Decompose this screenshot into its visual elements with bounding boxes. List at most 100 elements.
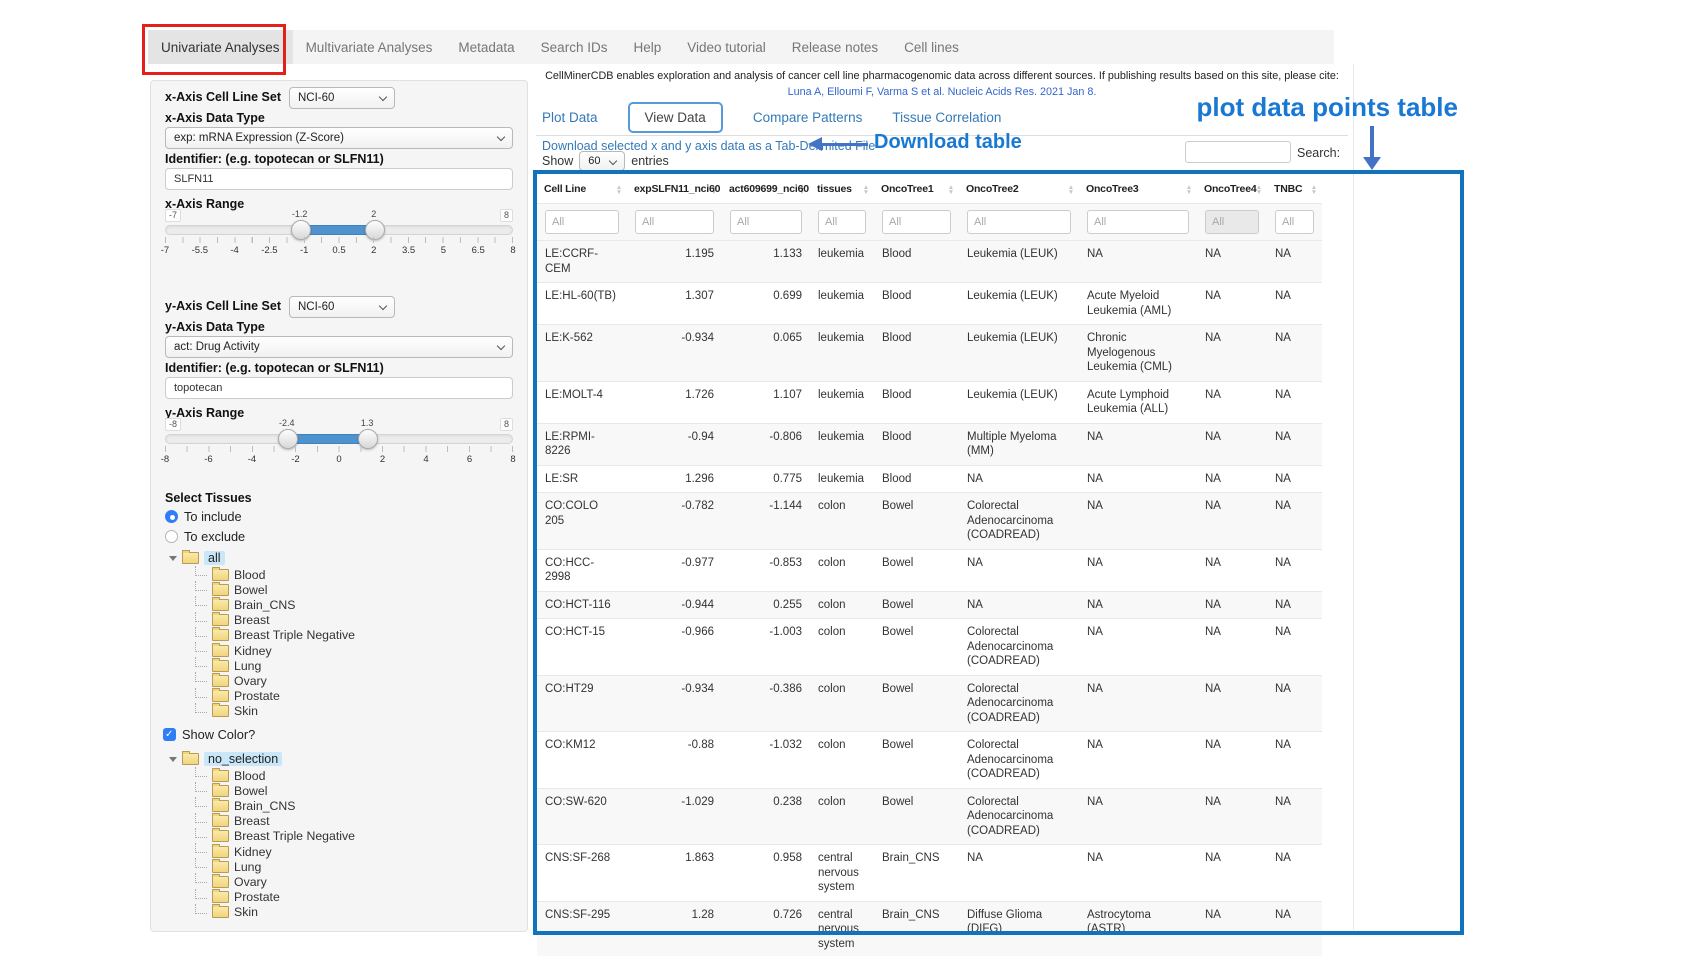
table-cell: NA bbox=[1267, 788, 1322, 845]
filter-input-act609699_nci60[interactable] bbox=[730, 210, 802, 234]
table-row-le-k-562[interactable]: LE:K-562-0.9340.065leukemiaBloodLeukemia… bbox=[537, 325, 1322, 382]
entries-select[interactable]: 60 bbox=[579, 151, 625, 171]
y-cell-line-set-select[interactable]: NCI-60 bbox=[289, 296, 395, 318]
search-input[interactable] bbox=[1185, 141, 1291, 163]
table-row-co-ht29[interactable]: CO:HT29-0.934-0.386colonBowelColorectal … bbox=[537, 675, 1322, 732]
nav-item-search-ids[interactable]: Search IDs bbox=[528, 30, 621, 64]
table-cell: 0.726 bbox=[722, 901, 810, 956]
filter-input-tnbc[interactable] bbox=[1275, 210, 1314, 234]
table-cell: NA bbox=[1197, 465, 1267, 493]
table-row-co-hct-116[interactable]: CO:HCT-116-0.9440.255colonBowelNANANANA bbox=[537, 591, 1322, 619]
table-cell: 0.699 bbox=[722, 283, 810, 325]
tick-label: -2.5 bbox=[261, 245, 277, 256]
table-row-le-hl-60-tb-[interactable]: LE:HL-60(TB)1.3070.699leukemiaBloodLeuke… bbox=[537, 283, 1322, 325]
tree-item-breast-triple-negative[interactable]: Breast Triple Negative bbox=[195, 628, 519, 643]
y-slider-track[interactable] bbox=[165, 434, 513, 444]
tree-item-breast[interactable]: Breast bbox=[195, 613, 519, 628]
sort-icon: ▲▼ bbox=[1256, 185, 1262, 195]
search-label: Search: bbox=[1297, 146, 1340, 160]
tree-item-kidney[interactable]: Kidney bbox=[195, 844, 519, 859]
nav-item-release-notes[interactable]: Release notes bbox=[779, 30, 891, 64]
column-header-tnbc[interactable]: ▲▼TNBC bbox=[1267, 174, 1322, 204]
table-row-co-km12[interactable]: CO:KM12-0.88-1.032colonBowelColorectal A… bbox=[537, 732, 1322, 789]
filter-input-oncotree3[interactable] bbox=[1087, 210, 1189, 234]
y-identifier-input[interactable] bbox=[165, 377, 513, 399]
nav-item-video-tutorial[interactable]: Video tutorial bbox=[674, 30, 779, 64]
table-row-co-hct-15[interactable]: CO:HCT-15-0.966-1.003colonBowelColorecta… bbox=[537, 619, 1322, 676]
tree-item-skin[interactable]: Skin bbox=[195, 905, 519, 920]
tick-label: 8 bbox=[510, 245, 515, 256]
tree-item-brain_cns[interactable]: Brain_CNS bbox=[195, 597, 519, 612]
tree-item-bowel[interactable]: Bowel bbox=[195, 783, 519, 798]
tree-item-prostate[interactable]: Prostate bbox=[195, 689, 519, 704]
table-row-le-rpmi-8226[interactable]: LE:RPMI-8226-0.94-0.806leukemiaBloodMult… bbox=[537, 423, 1322, 465]
tab-view-data[interactable]: View Data bbox=[628, 102, 723, 133]
folder-icon bbox=[212, 830, 229, 842]
x-slider-track[interactable] bbox=[165, 225, 513, 235]
column-header-tissues[interactable]: ▲▼tissues bbox=[810, 174, 874, 204]
tree-item-ovary[interactable]: Ovary bbox=[195, 673, 519, 688]
table-row-cns-sf-295[interactable]: CNS:SF-2951.280.726central nervous syste… bbox=[537, 901, 1322, 956]
table-row-le-ccrf-cem[interactable]: LE:CCRF-CEM1.1951.133leukemiaBloodLeukem… bbox=[537, 241, 1322, 283]
table-cell: -0.94 bbox=[627, 423, 722, 465]
column-header-oncotree3[interactable]: ▲▼OncoTree3 bbox=[1079, 174, 1197, 204]
x-data-type-select[interactable]: exp: mRNA Expression (Z-Score) bbox=[165, 127, 513, 149]
tree-item-blood[interactable]: Blood bbox=[195, 768, 519, 783]
tab-compare-patterns[interactable]: Compare Patterns bbox=[753, 110, 863, 125]
table-row-co-colo-205[interactable]: CO:COLO 205-0.782-1.144colonBowelColorec… bbox=[537, 493, 1322, 550]
tree-item-label: Ovary bbox=[234, 875, 267, 889]
x-identifier-input[interactable] bbox=[165, 168, 513, 190]
table-cell: Chronic Myelogenous Leukemia (CML) bbox=[1079, 325, 1197, 382]
tree-connector bbox=[195, 843, 207, 853]
nav-item-help[interactable]: Help bbox=[620, 30, 674, 64]
column-header-act609699_nci60[interactable]: ▲▼act609699_nci60 bbox=[722, 174, 810, 204]
nav-item-metadata[interactable]: Metadata bbox=[445, 30, 527, 64]
filter-input-oncotree4[interactable] bbox=[1205, 210, 1259, 234]
tree-item-breast-triple-negative[interactable]: Breast Triple Negative bbox=[195, 829, 519, 844]
tree-root-no_selection[interactable]: no_selection bbox=[169, 752, 519, 766]
tree-item-kidney[interactable]: Kidney bbox=[195, 643, 519, 658]
filter-input-cell line[interactable] bbox=[545, 210, 619, 234]
tree-item-brain_cns[interactable]: Brain_CNS bbox=[195, 798, 519, 813]
filter-input-expslfn11_nci60[interactable] bbox=[635, 210, 714, 234]
nav-item-multivariate-analyses[interactable]: Multivariate Analyses bbox=[293, 30, 446, 64]
tree-item-breast[interactable]: Breast bbox=[195, 814, 519, 829]
filter-input-oncotree2[interactable] bbox=[967, 210, 1071, 234]
filter-input-tissues[interactable] bbox=[818, 210, 866, 234]
x-cell-line-set-select[interactable]: NCI-60 bbox=[289, 87, 395, 109]
table-cell: NA bbox=[1079, 465, 1197, 493]
nav-item-cell-lines[interactable]: Cell lines bbox=[891, 30, 972, 64]
y-data-type-select[interactable]: act: Drug Activity bbox=[165, 336, 513, 358]
table-row-le-molt-4[interactable]: LE:MOLT-41.7261.107leukemiaBloodLeukemia… bbox=[537, 381, 1322, 423]
radio-to-include[interactable]: To include bbox=[165, 509, 242, 524]
table-row-le-sr[interactable]: LE:SR1.2960.775leukemiaBloodNANANANA bbox=[537, 465, 1322, 493]
tab-plot-data[interactable]: Plot Data bbox=[542, 110, 598, 125]
tree-item-skin[interactable]: Skin bbox=[195, 704, 519, 719]
table-cell: leukemia bbox=[810, 283, 874, 325]
sort-icon: ▲▼ bbox=[1311, 185, 1317, 195]
tab-tissue-correlation[interactable]: Tissue Correlation bbox=[892, 110, 1001, 125]
tree-item-prostate[interactable]: Prostate bbox=[195, 890, 519, 905]
tree-item-ovary[interactable]: Ovary bbox=[195, 874, 519, 889]
y-data-type-label: y-Axis Data Type bbox=[165, 320, 265, 334]
tree-item-blood[interactable]: Blood bbox=[195, 567, 519, 582]
table-row-cns-sf-268[interactable]: CNS:SF-2681.8630.958central nervous syst… bbox=[537, 845, 1322, 902]
tick-label: -4 bbox=[230, 245, 238, 256]
tree-item-lung[interactable]: Lung bbox=[195, 859, 519, 874]
column-header-expslfn11_nci60[interactable]: ▲▼expSLFN11_nci60 bbox=[627, 174, 722, 204]
show-color-checkbox[interactable]: Show Color? bbox=[163, 727, 255, 742]
filter-input-oncotree1[interactable] bbox=[882, 210, 951, 234]
column-header-oncotree4[interactable]: ▲▼OncoTree4 bbox=[1197, 174, 1267, 204]
radio-to-exclude[interactable]: To exclude bbox=[165, 529, 245, 544]
column-header-oncotree2[interactable]: ▲▼OncoTree2 bbox=[959, 174, 1079, 204]
table-cell: NA bbox=[1079, 788, 1197, 845]
tree-item-lung[interactable]: Lung bbox=[195, 658, 519, 673]
column-header-oncotree1[interactable]: ▲▼OncoTree1 bbox=[874, 174, 959, 204]
tree-item-bowel[interactable]: Bowel bbox=[195, 582, 519, 597]
tree-root-all[interactable]: all bbox=[169, 551, 519, 565]
table-row-co-hcc-2998[interactable]: CO:HCC-2998-0.977-0.853colonBowelNANANAN… bbox=[537, 549, 1322, 591]
column-header-cell line[interactable]: ▲▼Cell Line bbox=[537, 174, 627, 204]
nav-item-univariate-analyses[interactable]: Univariate Analyses bbox=[148, 30, 293, 64]
table-row-co-sw-620[interactable]: CO:SW-620-1.0290.238colonBowelColorectal… bbox=[537, 788, 1322, 845]
filter-cell bbox=[1079, 204, 1197, 241]
